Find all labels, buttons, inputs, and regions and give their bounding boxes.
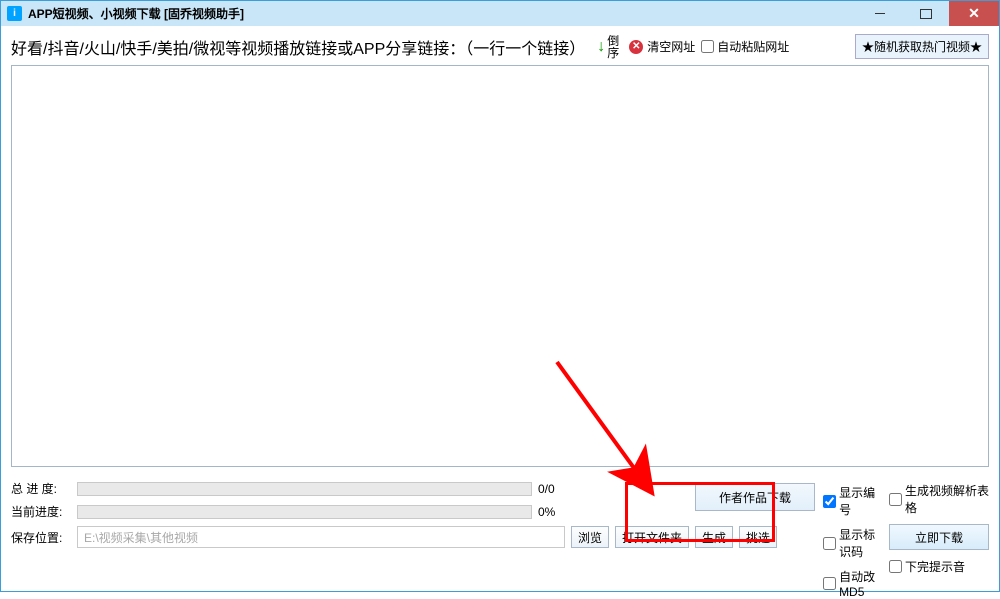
total-progress-label: 总 进 度: (11, 480, 71, 497)
close-button[interactable]: ✕ (949, 1, 999, 26)
browse-button[interactable]: 浏览 (571, 526, 609, 548)
done-sound-checkbox[interactable]: 下完提示音 (889, 558, 965, 575)
random-hot-button[interactable]: ★随机获取热门视频★ (855, 34, 989, 59)
window-controls: ✕ (857, 1, 999, 26)
author-download-button[interactable]: 作者作品下载 (695, 483, 815, 511)
gen-parse-table-label: 生成视频解析表格 (905, 482, 989, 516)
auto-md5-checkbox[interactable]: 自动改MD5 (823, 568, 881, 599)
show-index-checkbox[interactable]: 显示编号 (823, 484, 881, 518)
save-path-label: 保存位置: (11, 529, 71, 546)
show-id-checkbox[interactable]: 显示标识码 (823, 526, 881, 560)
show-index-input[interactable] (823, 495, 836, 508)
show-id-input[interactable] (823, 537, 836, 550)
current-progress-label: 当前进度: (11, 503, 71, 520)
auto-paste-checkbox[interactable]: 自动粘贴网址 (701, 38, 789, 55)
gen-parse-table-input[interactable] (889, 493, 902, 506)
window-title: APP短视频、小视频下载 [固乔视频助手] (28, 5, 244, 22)
done-sound-label: 下完提示音 (905, 558, 965, 575)
done-sound-input[interactable] (889, 560, 902, 573)
title-bar: i APP短视频、小视频下载 [固乔视频助手] ✕ (1, 1, 999, 26)
toolbar-hint: 好看/抖音/火山/快手/美拍/微视等视频播放链接或APP分享链接：（一行一个链接… (11, 35, 585, 59)
auto-md5-input[interactable] (823, 577, 836, 590)
show-index-label: 显示编号 (839, 484, 881, 518)
url-textarea[interactable] (11, 65, 989, 467)
bottom-panel: 总 进 度: 0/0 当前进度: 0% 保存位置: 浏览 打开文件夹 生成 挑选 (1, 472, 999, 599)
auto-md5-label: 自动改MD5 (839, 568, 881, 599)
total-progress-value: 0/0 (538, 482, 578, 496)
app-window: i APP短视频、小视频下载 [固乔视频助手] ✕ 好看/抖音/火山/快手/美拍… (0, 0, 1000, 592)
clear-urls-button[interactable]: ✕ 清空网址 (629, 38, 695, 55)
pick-button[interactable]: 挑选 (739, 526, 777, 548)
generate-button[interactable]: 生成 (695, 526, 733, 548)
app-icon: i (7, 6, 22, 21)
gen-parse-table-checkbox[interactable]: 生成视频解析表格 (889, 482, 989, 516)
main-area (1, 65, 999, 472)
total-progress-bar (77, 482, 532, 496)
minimize-button[interactable] (857, 1, 903, 26)
current-progress-value: 0% (538, 505, 578, 519)
auto-paste-input[interactable] (701, 40, 714, 53)
show-id-label: 显示标识码 (839, 526, 881, 560)
toolbar: 好看/抖音/火山/快手/美拍/微视等视频播放链接或APP分享链接：（一行一个链接… (1, 26, 999, 65)
clear-icon: ✕ (629, 40, 643, 54)
download-now-button[interactable]: 立即下载 (889, 524, 989, 550)
arrow-down-icon: ↓ (597, 38, 605, 56)
current-progress-bar (77, 505, 532, 519)
clear-label: 清空网址 (647, 38, 695, 55)
open-folder-button[interactable]: 打开文件夹 (615, 526, 689, 548)
sort-label: 倒 序 (607, 35, 619, 59)
maximize-button[interactable] (903, 1, 949, 26)
save-path-input[interactable] (77, 526, 565, 548)
reverse-sort-button[interactable]: ↓ 倒 序 (597, 35, 619, 59)
auto-paste-label: 自动粘贴网址 (717, 38, 789, 55)
